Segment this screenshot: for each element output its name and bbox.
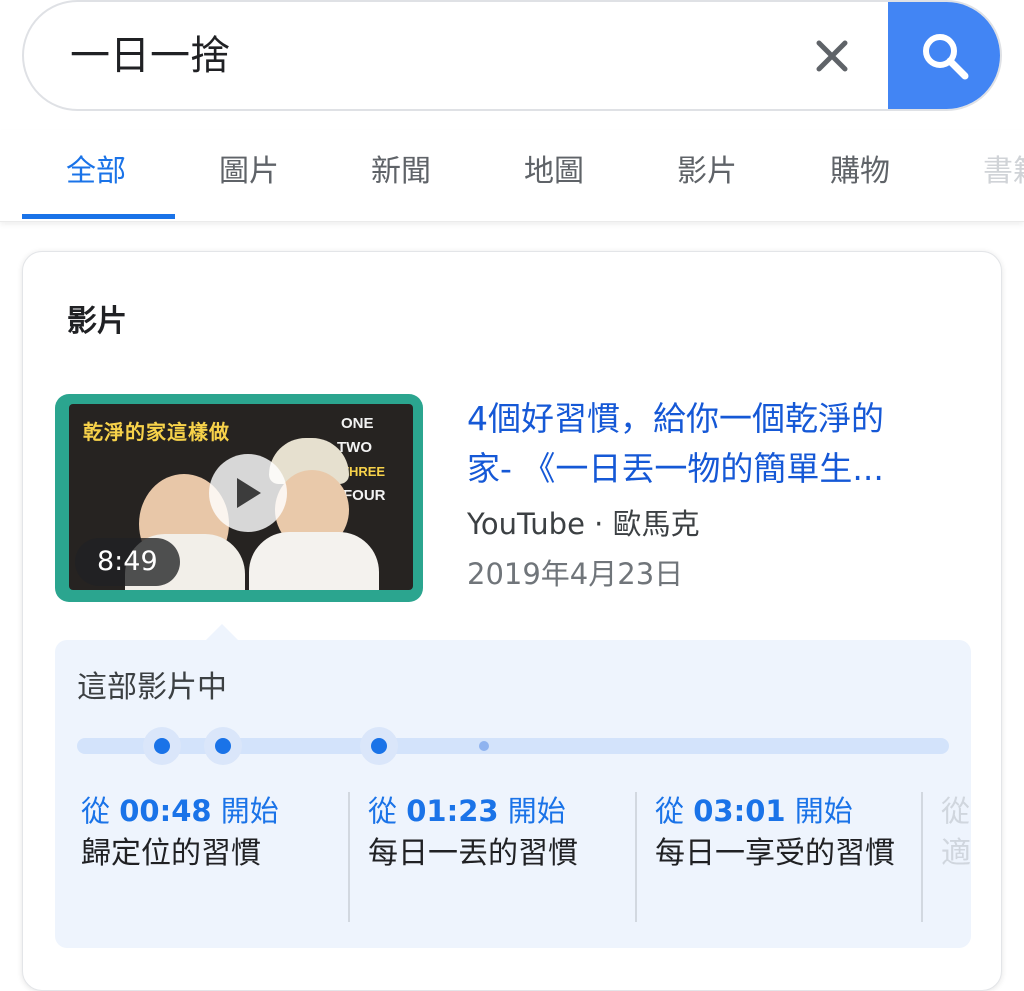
active-tab-indicator	[22, 214, 175, 219]
video-source: YouTube · 歐馬克	[467, 507, 700, 541]
person-right-shirt	[249, 532, 379, 590]
video-title-link[interactable]: 4個好習慣，給你一個乾淨的 家- 《一日丟一物的簡單生...	[467, 394, 967, 494]
moment-timestamp: 從 03:01 開始	[655, 794, 853, 828]
close-icon	[816, 40, 848, 72]
search-tabs: 全部 圖片 新聞 地圖 影片 購物 書籍	[0, 130, 1024, 222]
search-input[interactable]: 一日一捨	[70, 30, 230, 82]
play-button[interactable]	[209, 454, 287, 532]
search-icon	[923, 33, 969, 79]
moment-timestamp: 從 00:48 開始	[81, 794, 279, 828]
video-date: 2019年4月23日	[467, 557, 684, 591]
panel-pointer	[205, 624, 239, 641]
moment-label: 每日一享受的習慣	[655, 836, 895, 871]
card-heading: 影片	[67, 304, 127, 339]
moment-divider	[921, 792, 923, 922]
clear-button[interactable]	[804, 28, 860, 84]
moment-divider	[635, 792, 637, 922]
video-thumbnail[interactable]: 乾淨的家這樣做 ONE TWO THREE FOUR 8:49	[55, 394, 423, 602]
tab-shopping[interactable]: 購物	[830, 150, 890, 194]
moment-label: 每日一丟的習慣	[368, 836, 578, 871]
tab-news[interactable]: 新聞	[371, 150, 431, 194]
moment-label: 適	[941, 836, 971, 871]
tab-images[interactable]: 圖片	[219, 150, 279, 194]
key-moment-item[interactable]: 從 適	[941, 790, 971, 922]
duration-badge: 8:49	[75, 538, 180, 586]
key-moments-heading: 這部影片中	[77, 670, 227, 705]
tab-all[interactable]: 全部	[66, 150, 126, 194]
key-moment-item[interactable]: 從 01:23 開始 每日一丟的習慣	[368, 790, 638, 922]
video-title-line: 家- 《一日丟一物的簡單生...	[467, 449, 884, 488]
key-moment-item[interactable]: 從 00:48 開始 歸定位的習慣	[81, 790, 351, 922]
video-results-card: 影片 乾淨的家這樣做 ONE TWO THREE FOUR 8:49 4個好習慣…	[22, 251, 1002, 991]
svg-text:ONE: ONE	[341, 415, 374, 432]
search-bar: 一日一捨	[22, 0, 1002, 111]
moment-label: 歸定位的習慣	[81, 836, 261, 871]
tab-videos[interactable]: 影片	[677, 150, 737, 194]
svg-text:FOUR: FOUR	[343, 487, 386, 504]
timeline-marker[interactable]	[371, 738, 387, 754]
search-button[interactable]	[888, 2, 1000, 109]
moment-divider	[348, 792, 350, 922]
tab-books[interactable]: 書籍	[983, 150, 1024, 194]
key-moment-item[interactable]: 從 03:01 開始 每日一享受的習慣	[655, 790, 905, 922]
play-icon	[237, 478, 261, 508]
key-moments-panel: 這部影片中 從 00:48 開始 歸定位的習慣 從 01:23 開始 每日一丟的…	[55, 624, 971, 948]
moment-timestamp: 從	[941, 794, 971, 828]
video-title-line: 4個好習慣，給你一個乾淨的	[467, 399, 884, 438]
timeline-marker[interactable]	[215, 738, 231, 754]
timeline-marker[interactable]	[479, 741, 489, 751]
timeline-marker[interactable]	[154, 738, 170, 754]
moment-timestamp: 從 01:23 開始	[368, 794, 566, 828]
thumbnail-caption: 乾淨的家這樣做	[83, 420, 230, 444]
tab-maps[interactable]: 地圖	[524, 150, 584, 194]
